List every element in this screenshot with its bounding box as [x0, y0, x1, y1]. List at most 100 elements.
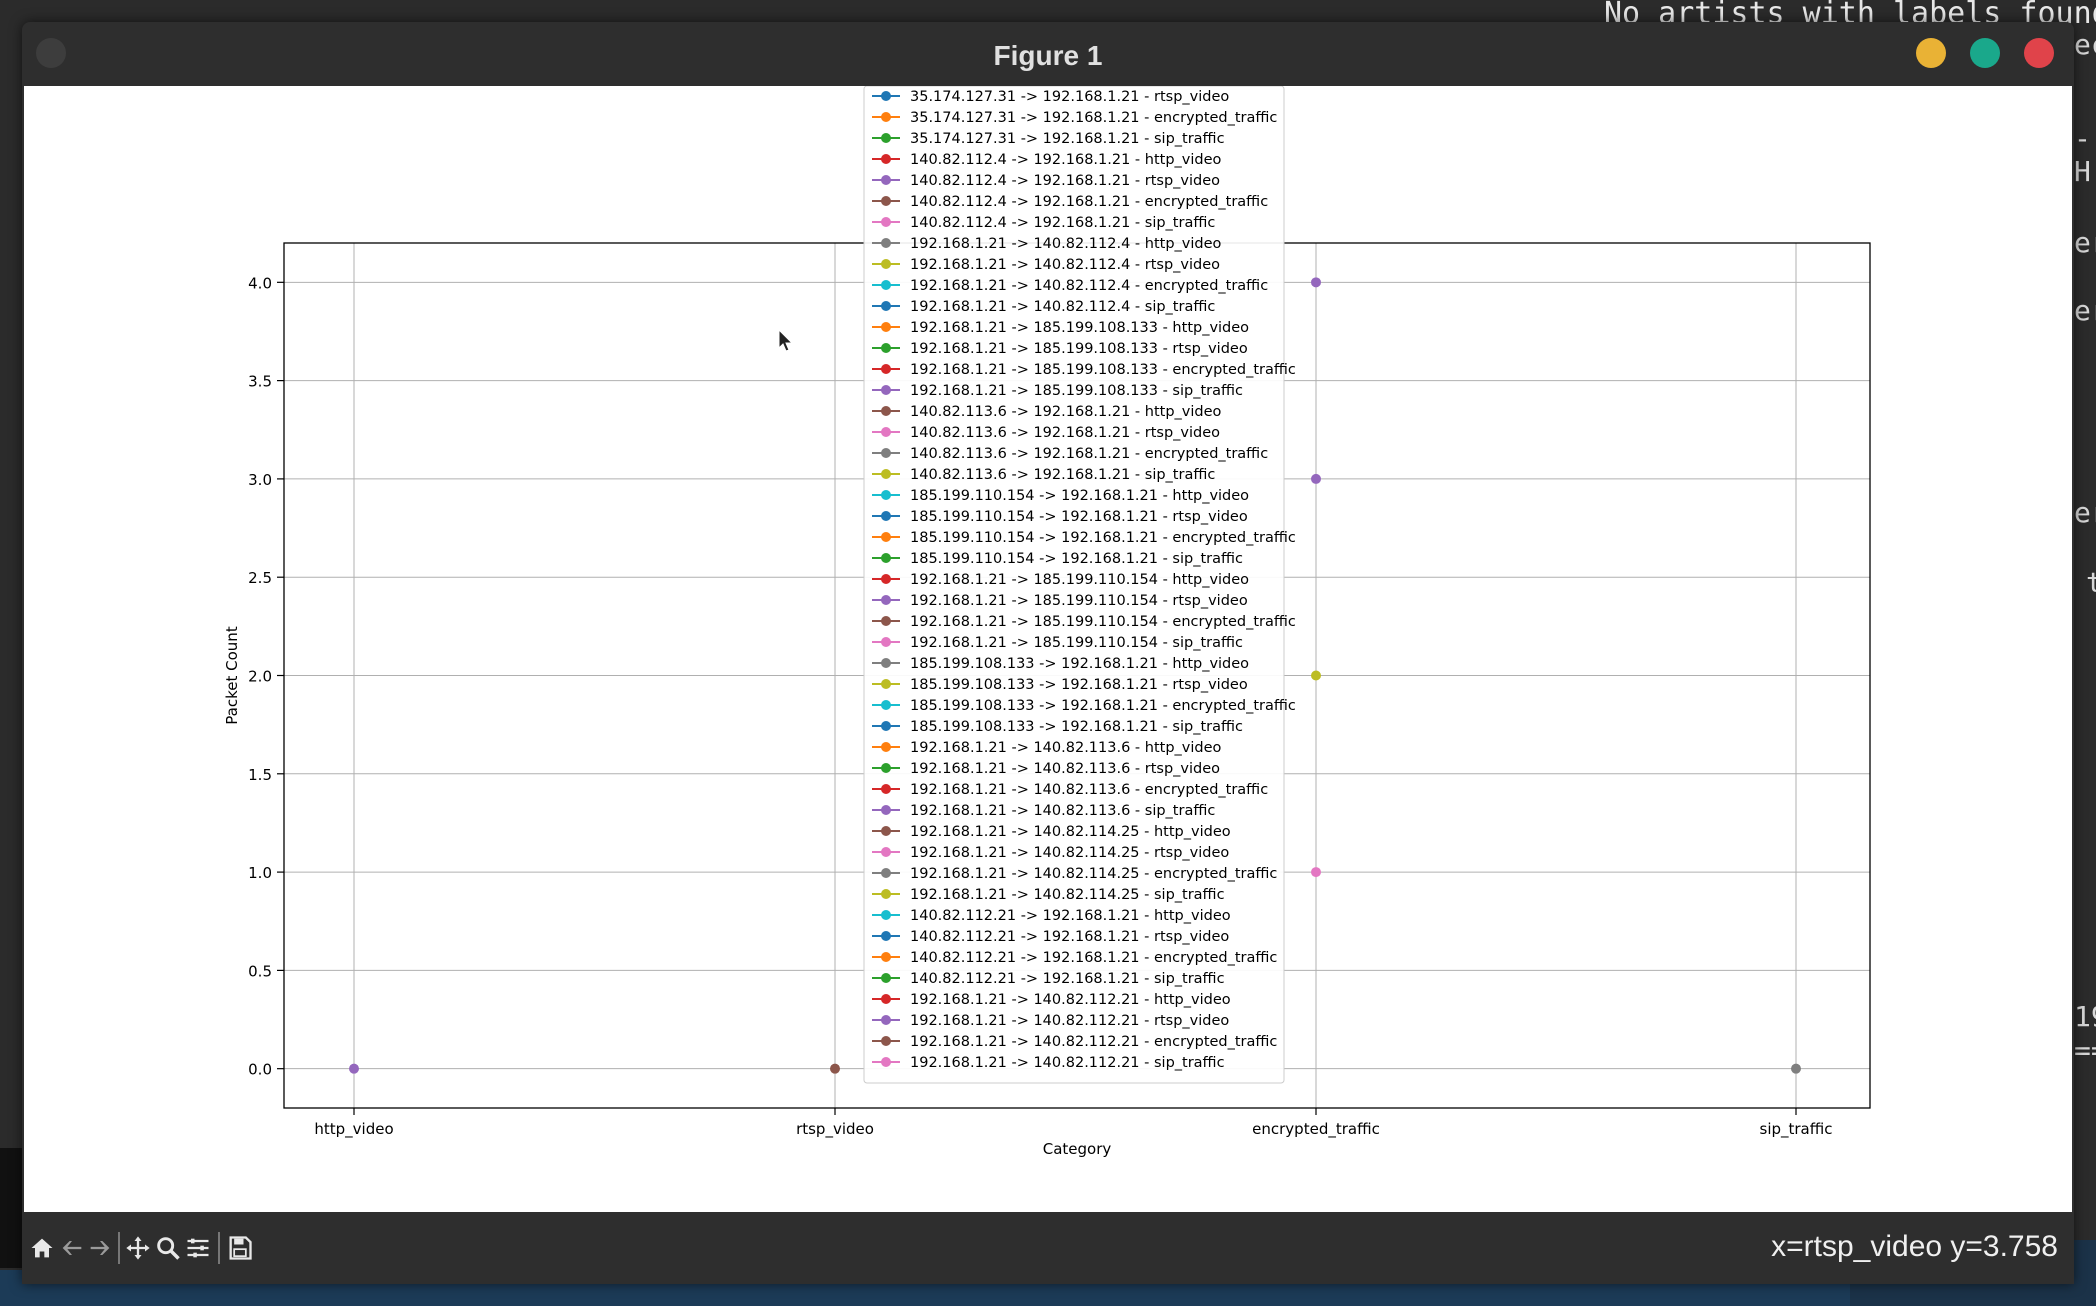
legend-entry: 192.168.1.21 -> 140.82.113.6 - rtsp_vide… — [910, 761, 1220, 777]
legend-entry: 140.82.112.21 -> 192.168.1.21 - rtsp_vid… — [910, 929, 1229, 945]
legend-marker — [881, 385, 891, 395]
legend-marker — [881, 448, 891, 458]
minimize-button[interactable] — [1916, 38, 1946, 68]
legend-marker — [881, 595, 891, 605]
legend-marker — [881, 112, 891, 122]
legend-marker — [881, 721, 891, 731]
legend-marker — [881, 763, 891, 773]
legend-marker — [881, 868, 891, 878]
toolbar-separator — [218, 1232, 220, 1264]
legend-entry: 192.168.1.21 -> 185.199.110.154 - encryp… — [910, 614, 1296, 630]
data-point — [1311, 867, 1321, 878]
legend-marker — [881, 343, 891, 353]
data-point — [830, 1063, 840, 1074]
legend-marker — [881, 805, 891, 815]
terminal-fragment: == — [2074, 1034, 2096, 1067]
y-tick-label: 1.0 — [248, 864, 272, 882]
legend-entry: 140.82.112.4 -> 192.168.1.21 - rtsp_vide… — [910, 173, 1220, 189]
legend-entry: 140.82.112.4 -> 192.168.1.21 - sip_traff… — [910, 215, 1215, 231]
legend-entry: 192.168.1.21 -> 185.199.108.133 - encryp… — [910, 362, 1296, 378]
back-icon[interactable] — [58, 1234, 86, 1262]
legend-entry: 35.174.127.31 -> 192.168.1.21 - sip_traf… — [910, 131, 1225, 147]
legend-marker — [881, 931, 891, 941]
legend-entry: 192.168.1.21 -> 140.82.112.21 - http_vid… — [910, 992, 1231, 1008]
legend-entry: 185.199.110.154 -> 192.168.1.21 - encryp… — [910, 530, 1296, 546]
legend-marker — [881, 490, 891, 500]
legend-marker — [881, 847, 891, 857]
legend-marker — [881, 196, 891, 206]
legend-marker — [881, 994, 891, 1004]
forward-icon[interactable] — [86, 1234, 114, 1262]
legend-marker — [881, 952, 891, 962]
legend-marker — [881, 658, 891, 668]
legend-marker — [881, 511, 891, 521]
legend-marker — [881, 469, 891, 479]
legend-entry: 140.82.112.21 -> 192.168.1.21 - sip_traf… — [910, 971, 1225, 987]
title-bar[interactable]: Figure 1 — [22, 22, 2074, 86]
legend-marker — [881, 259, 891, 269]
legend-entry: 140.82.112.21 -> 192.168.1.21 - http_vid… — [910, 908, 1231, 924]
y-tick-label: 0.0 — [248, 1061, 272, 1079]
legend-entry: 192.168.1.21 -> 185.199.108.133 - rtsp_v… — [910, 341, 1248, 357]
legend-marker — [881, 1036, 891, 1046]
configure-icon[interactable] — [184, 1234, 212, 1262]
legend-entry: 185.199.110.154 -> 192.168.1.21 - http_v… — [910, 488, 1249, 504]
figure-window: Figure 1 0.0 0.5 1.0 1.5 2.0 2.5 3.0 3.5 4.0 http… — [22, 22, 2074, 1284]
legend-marker — [881, 889, 891, 899]
legend-entry: 185.199.110.154 -> 192.168.1.21 - sip_tr… — [910, 551, 1243, 567]
legend-marker — [881, 175, 891, 185]
maximize-button[interactable] — [1970, 38, 2000, 68]
legend-marker — [881, 406, 891, 416]
legend-marker — [881, 154, 891, 164]
legend-marker — [881, 973, 891, 983]
legend-entry: 192.168.1.21 -> 140.82.113.6 - encrypted… — [910, 782, 1268, 798]
y-tick-label: 3.0 — [248, 471, 272, 489]
cursor-icon — [778, 328, 794, 352]
legend-entry: 192.168.1.21 -> 140.82.113.6 - sip_traff… — [910, 803, 1215, 819]
legend-marker — [881, 679, 891, 689]
save-icon[interactable] — [226, 1234, 254, 1262]
legend-entry: 192.168.1.21 -> 140.82.114.25 - encrypte… — [910, 866, 1277, 882]
pan-icon[interactable] — [124, 1234, 152, 1262]
legend-marker — [881, 322, 891, 332]
legend-entry: 185.199.110.154 -> 192.168.1.21 - rtsp_v… — [910, 509, 1248, 525]
legend-entry: 192.168.1.21 -> 185.199.108.133 - http_v… — [910, 320, 1249, 336]
legend-marker — [881, 364, 891, 374]
legend-marker — [881, 1057, 891, 1067]
legend-entry: 185.199.108.133 -> 192.168.1.21 - rtsp_v… — [910, 677, 1248, 693]
close-button[interactable] — [2024, 38, 2054, 68]
legend-entry: 192.168.1.21 -> 140.82.112.4 - rtsp_vide… — [910, 257, 1220, 273]
legend-entry: 185.199.108.133 -> 192.168.1.21 - sip_tr… — [910, 719, 1243, 735]
data-point — [1311, 277, 1321, 288]
toolbar-separator — [118, 1232, 120, 1264]
legend-entry: 192.168.1.21 -> 140.82.112.21 - encrypte… — [910, 1034, 1277, 1050]
legend-marker — [881, 238, 891, 248]
figure-canvas[interactable]: 0.0 0.5 1.0 1.5 2.0 2.5 3.0 3.5 4.0 http_video rts… — [24, 86, 2072, 1212]
legend-entry: 192.168.1.21 -> 140.82.113.6 - http_vide… — [910, 740, 1222, 756]
legend-entry: 192.168.1.21 -> 140.82.112.21 - rtsp_vid… — [910, 1013, 1229, 1029]
x-tick-label: http_video — [314, 1120, 393, 1139]
y-tick-label: 2.0 — [248, 668, 272, 686]
y-axis-label: Packet Count — [223, 626, 241, 725]
legend-entry: 192.168.1.21 -> 140.82.112.21 - sip_traf… — [910, 1055, 1225, 1071]
legend-entry: 192.168.1.21 -> 140.82.114.25 - sip_traf… — [910, 887, 1225, 903]
x-tick-label: encrypted_traffic — [1252, 1120, 1380, 1139]
zoom-icon[interactable] — [154, 1234, 182, 1262]
legend-entry: 140.82.113.6 -> 192.168.1.21 - http_vide… — [910, 404, 1222, 420]
terminal-fragment: er — [2074, 294, 2096, 327]
legend-marker — [881, 553, 891, 563]
home-icon[interactable] — [28, 1234, 56, 1262]
x-axis-label: Category — [1043, 1140, 1112, 1158]
legend-entry: 140.82.113.6 -> 192.168.1.21 - sip_traff… — [910, 467, 1215, 483]
terminal-fragment: er — [2074, 226, 2096, 259]
terminal-fragment: t — [2086, 566, 2096, 599]
data-point — [1311, 473, 1321, 484]
legend-marker — [881, 700, 891, 710]
data-point — [349, 1063, 359, 1074]
legend-marker — [881, 532, 891, 542]
legend-marker — [881, 637, 891, 647]
x-tick-label: rtsp_video — [796, 1120, 874, 1139]
legend-marker — [881, 1015, 891, 1025]
y-tick-label: 1.5 — [248, 766, 272, 784]
legend-marker — [881, 742, 891, 752]
